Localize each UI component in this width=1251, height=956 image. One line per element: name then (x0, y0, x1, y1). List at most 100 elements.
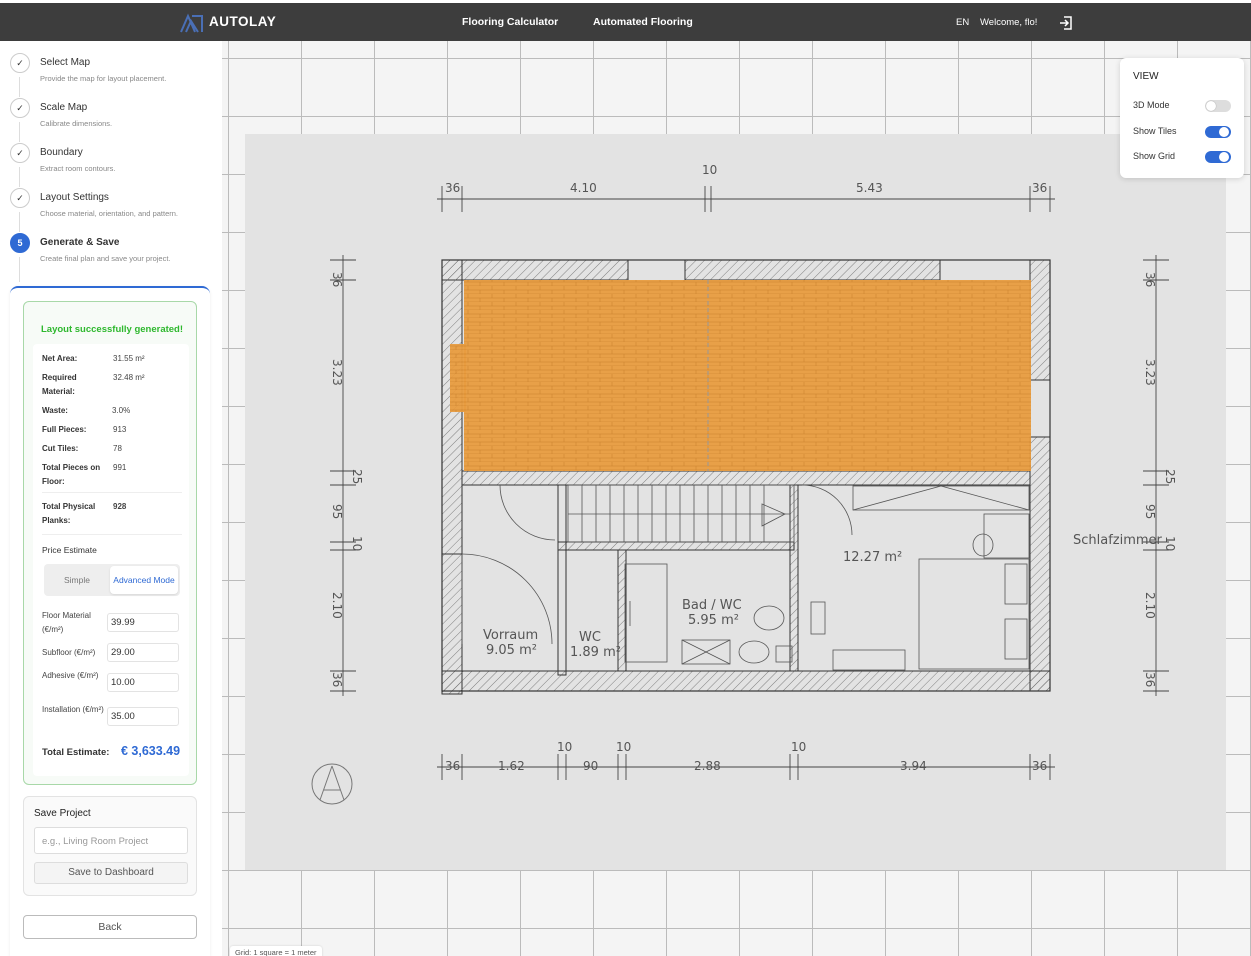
dim-label: 10 (791, 740, 806, 754)
save-project-title: Save Project (34, 808, 91, 819)
toggle-label: Show Grid (1133, 151, 1176, 161)
save-project-card: Save Project e.g., Living Room Project S… (23, 796, 197, 896)
show-tiles-toggle[interactable] (1205, 126, 1231, 138)
step-title: Layout Settings (40, 192, 109, 203)
step-desc: Choose material, orientation, and patter… (40, 209, 178, 218)
floor-plan-image[interactable]: 36 4.10 10 5.43 36 36 1.62 10 90 10 2.88… (245, 134, 1226, 870)
dim-label: 90 (583, 759, 598, 773)
adhesive-input[interactable]: 10.00 (107, 673, 179, 692)
stat-label: Net Area: (42, 354, 78, 363)
dim-label: 3.94 (900, 759, 927, 773)
generate-panel: Layout successfully generated! Net Area:… (10, 286, 210, 956)
step-connector (19, 122, 20, 142)
step-number: 5 (10, 233, 30, 253)
total-estimate-label: Total Estimate: (42, 747, 110, 758)
dim-label: 10 (616, 740, 631, 754)
logout-icon[interactable] (1058, 15, 1074, 31)
advanced-mode-button[interactable]: Advanced Mode (110, 566, 178, 594)
step-connector (19, 77, 20, 97)
room-area: 5.95 m² (688, 613, 739, 628)
dim-label: 4.10 (570, 181, 597, 195)
simple-mode-button[interactable]: Simple (44, 564, 110, 596)
step-desc: Calibrate dimensions. (40, 119, 113, 128)
stat-label: Waste: (42, 406, 68, 415)
stat-label: Total Pieces on Floor: (42, 463, 101, 486)
dim-label: 36 (330, 672, 344, 687)
dim-label: 25 (1163, 469, 1177, 484)
step-desc: Extract room contours. (40, 164, 116, 173)
floor-material-input[interactable]: 39.99 (107, 613, 179, 632)
step-title: Select Map (40, 57, 91, 68)
total-estimate-value: € 3,633.49 (121, 744, 181, 758)
fixtures (461, 484, 1030, 671)
check-icon: ✓ (10, 98, 30, 118)
dim-label: 5.43 (856, 181, 883, 195)
room-name: Vorraum (483, 628, 538, 643)
toggle-label: 3D Mode (1133, 100, 1170, 110)
generated-flooring (450, 280, 1031, 471)
back-button[interactable]: Back (23, 915, 197, 939)
autolay-logo-icon (180, 13, 203, 33)
price-estimate-title: Price Estimate (42, 545, 97, 555)
project-name-input[interactable]: e.g., Living Room Project (34, 827, 188, 854)
dim-label: 36 (445, 181, 460, 195)
step-desc: Provide the map for layout placement. (40, 74, 167, 83)
room-area: 12.27 m² (843, 550, 902, 565)
stat-value: 928 (113, 502, 127, 511)
dim-label: 3.23 (330, 359, 344, 386)
nav-automated-flooring[interactable]: Automated Flooring (593, 16, 693, 28)
result-card: Layout successfully generated! Net Area:… (23, 301, 197, 785)
brand-name[interactable]: AUTOLAY (209, 14, 276, 29)
check-icon: ✓ (10, 188, 30, 208)
nav-flooring-calculator[interactable]: Flooring Calculator (462, 16, 558, 28)
room-name: Bad / WC (682, 598, 742, 613)
dim-label: 36 (1143, 672, 1157, 687)
stat-label: Required Material: (42, 373, 77, 396)
view-title: VIEW (1133, 71, 1159, 82)
divider (42, 492, 182, 493)
mode-toggle: Simple Advanced Mode (44, 564, 180, 596)
dim-label: 25 (350, 469, 364, 484)
step-title: Generate & Save (40, 237, 120, 248)
input-label: Installation (€/m²) (42, 705, 104, 714)
3d-mode-toggle[interactable] (1205, 100, 1231, 112)
stat-value: 913 (113, 425, 127, 434)
divider (42, 534, 182, 535)
top-bar: AUTOLAY Flooring Calculator Automated Fl… (0, 3, 1251, 41)
show-grid-toggle[interactable] (1205, 151, 1231, 163)
dim-label: 36 (330, 272, 344, 287)
dim-label: 10 (1163, 536, 1177, 551)
floor-plan-drawing: 36 4.10 10 5.43 36 36 1.62 10 90 10 2.88… (311, 163, 1177, 805)
stat-value: 32.48 m² (113, 373, 145, 382)
dim-label: 36 (445, 759, 460, 773)
check-icon: ✓ (10, 143, 30, 163)
step-connector (19, 212, 20, 232)
result-details: Net Area: 31.55 m² Required Material: 32… (33, 344, 189, 776)
language-switch[interactable]: EN (956, 17, 969, 28)
stat-value: 31.55 m² (113, 354, 145, 363)
dim-label: 2.10 (330, 592, 344, 619)
room-area: 1.89 m² (570, 645, 621, 660)
dim-label: 10 (702, 163, 717, 177)
room-area: 9.05 m² (486, 643, 537, 658)
dim-label: 10 (350, 536, 364, 551)
dim-label: 36 (1143, 272, 1157, 287)
dim-label: 3.23 (1143, 359, 1157, 386)
step-connector (19, 257, 20, 282)
input-label: Subfloor (€/m²) (42, 648, 96, 657)
view-panel: VIEW 3D Mode Show Tiles Show Grid (1120, 58, 1244, 178)
room-name: WC (579, 630, 601, 645)
stat-value: 991 (113, 463, 127, 472)
room-name: Schlafzimmer (1073, 533, 1163, 548)
stat-label: Full Pieces: (42, 425, 87, 434)
installation-input[interactable]: 35.00 (107, 707, 179, 726)
save-to-dashboard-button[interactable]: Save to Dashboard (34, 862, 188, 884)
step-desc: Create final plan and save your project. (40, 254, 171, 263)
subfloor-input[interactable]: 29.00 (107, 643, 179, 662)
stat-value: 3.0% (112, 406, 131, 415)
layout-canvas[interactable]: 36 4.10 10 5.43 36 36 1.62 10 90 10 2.88… (222, 41, 1251, 956)
dim-label: 36 (1032, 181, 1047, 195)
dim-label: 10 (557, 740, 572, 754)
success-message: Layout successfully generated! (41, 324, 184, 335)
sidebar: ✓ Select Map Provide the map for layout … (0, 41, 222, 956)
